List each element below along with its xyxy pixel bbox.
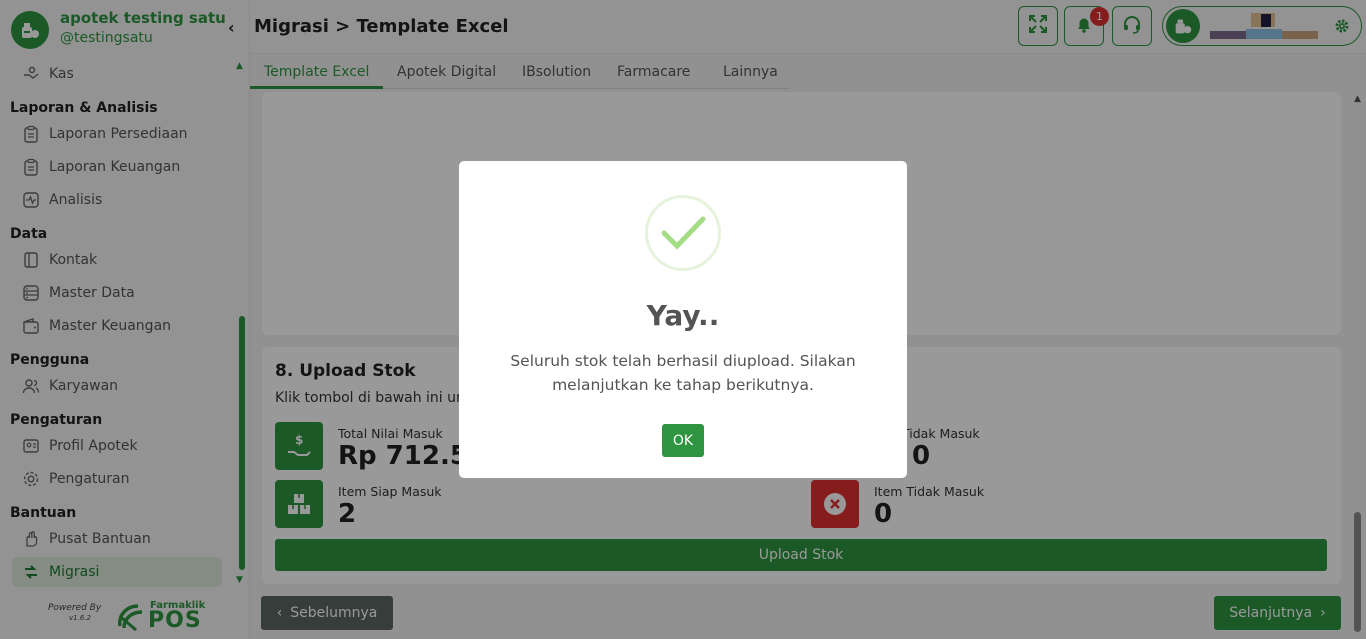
ok-button[interactable]: OK	[662, 424, 704, 457]
dialog-title: Yay..	[646, 299, 720, 332]
success-dialog: Yay.. Seluruh stok telah berhasil diuplo…	[459, 161, 907, 478]
success-check-icon	[645, 195, 721, 271]
dialog-message: Seluruh stok telah berhasil diupload. Si…	[510, 352, 856, 394]
